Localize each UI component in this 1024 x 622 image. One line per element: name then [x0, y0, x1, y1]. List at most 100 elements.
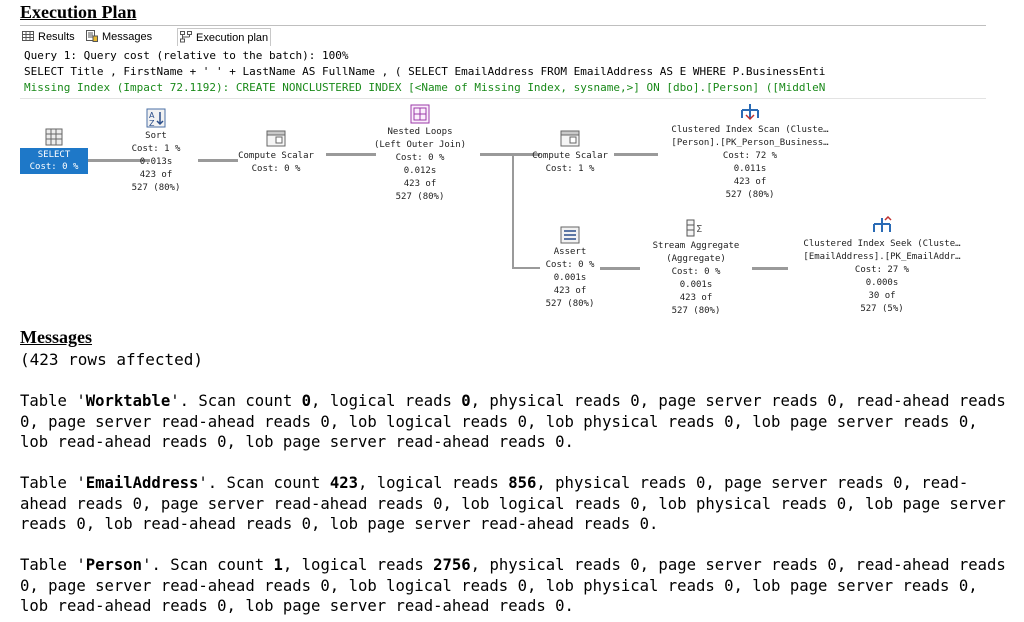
msg-prefix: Table ' [20, 474, 86, 492]
compute-scalar-1-cost: Cost: 0 % [251, 164, 301, 174]
tab-messages-label: Messages [102, 31, 153, 43]
table-name: EmailAddress [85, 474, 199, 492]
stream-aggregate-time: 0.001s [679, 280, 713, 290]
stream-aggregate-cost: Cost: 0 % [671, 267, 721, 277]
svg-text:Σ: Σ [696, 224, 702, 235]
compute-scalar-1-label: Compute Scalar [238, 151, 314, 161]
msg-mid2: , logical reads [282, 556, 434, 574]
tab-results-label: Results [38, 31, 75, 43]
assert-label: Assert [553, 247, 587, 257]
compute-scalar-icon [266, 130, 286, 147]
plan-node-compute-scalar-1[interactable]: Compute Scalar Cost: 0 % [226, 128, 326, 176]
rows-affected: (423 rows affected) [20, 350, 204, 369]
clustered-index-scan-object: [Person].[PK_Person_Business… [671, 138, 829, 148]
assert-estimate: 527 (80%) [545, 299, 595, 309]
tab-results[interactable]: Results [20, 28, 82, 46]
clustered-index-seek-object: [EmailAddress].[PK_EmailAddr… [803, 252, 961, 262]
messages-icon [86, 30, 98, 42]
message-table-worktable: Table 'Worktable'. Scan count 0, logical… [20, 391, 1010, 453]
messages-heading: Messages [20, 327, 92, 347]
connector-compute-nested [326, 153, 376, 156]
logical-reads: 2756 [433, 556, 471, 574]
sort-label: Sort [145, 131, 167, 141]
logical-reads: 856 [508, 474, 537, 492]
query-text-area[interactable]: Query 1: Query cost (relative to the bat… [20, 48, 986, 99]
query-sql-line: SELECT Title , FirstName + ' ' + LastNam… [24, 65, 826, 78]
clustered-index-seek-time: 0.000s [865, 278, 899, 288]
sort-cost: Cost: 1 % [131, 144, 181, 154]
scan-count: 0 [301, 392, 312, 410]
nested-loops-cost: Cost: 0 % [395, 153, 445, 163]
tab-messages[interactable]: Messages [84, 28, 175, 46]
select-highlight: SELECT Cost: 0 % [20, 148, 88, 174]
stream-aggregate-estimate: 527 (80%) [671, 306, 721, 316]
compute-scalar-2-label: Compute Scalar [532, 151, 608, 161]
ssms-result-panel: Results Messages Execution plan Query 1:… [20, 25, 986, 322]
msg-mid: '. Scan count [170, 392, 302, 410]
table-name: Worktable [85, 392, 171, 410]
clustered-index-scan-label: Clustered Index Scan (Cluste… [671, 125, 829, 135]
sort-icon: AZ [146, 108, 166, 128]
assert-time: 0.001s [553, 273, 587, 283]
plan-node-compute-scalar-2[interactable]: Compute Scalar Cost: 1 % [520, 128, 620, 176]
msg-mid2: , logical reads [358, 474, 509, 492]
msg-prefix: Table ' [20, 392, 86, 410]
message-table-person: Table 'Person'. Scan count 1, logical re… [20, 555, 1010, 617]
table-name: Person [85, 556, 143, 574]
connector-nested-assert-v [512, 153, 514, 268]
sort-estimate: 527 (80%) [131, 183, 181, 193]
result-tabs: Results Messages Execution plan [20, 26, 986, 48]
select-label: SELECT [37, 150, 71, 160]
compute-scalar-icon [560, 130, 580, 147]
nested-loops-time: 0.012s [403, 166, 437, 176]
nested-loops-join-type: (Left Outer Join) [373, 140, 467, 150]
plan-node-select[interactable]: SELECT Cost: 0 % [20, 128, 88, 174]
sort-rows: 423 of [139, 170, 173, 180]
nested-loops-estimate: 527 (80%) [395, 192, 445, 202]
select-cost: Cost: 0 % [29, 162, 79, 172]
stream-aggregate-label: Stream Aggregate [652, 241, 740, 251]
nested-loops-icon [410, 104, 430, 124]
query-cost-line: Query 1: Query cost (relative to the bat… [24, 49, 349, 62]
clustered-index-scan-estimate: 527 (80%) [725, 190, 775, 200]
plan-node-nested-loops[interactable]: Nested Loops (Left Outer Join) Cost: 0 %… [370, 104, 470, 204]
assert-rows: 423 of [553, 286, 587, 296]
missing-index-hint[interactable]: Missing Index (Impact 72.1192): CREATE N… [20, 80, 986, 96]
clustered-index-seek-cost: Cost: 27 % [854, 265, 910, 275]
plan-node-sort[interactable]: AZ Sort Cost: 1 % 0.013s 423 of 527 (80%… [116, 108, 196, 195]
connector-stream-seek [752, 267, 788, 270]
clustered-index-seek-label: Clustered Index Seek (Cluste… [803, 239, 961, 249]
clustered-index-seek-icon [873, 216, 892, 232]
compute-scalar-2-cost: Cost: 1 % [545, 164, 595, 174]
nested-loops-label: Nested Loops [387, 127, 453, 137]
clustered-index-seek-estimate: 527 (5%) [860, 304, 904, 314]
sort-time: 0.013s [139, 157, 173, 167]
msg-mid: '. Scan count [142, 556, 274, 574]
msg-mid: '. Scan count [198, 474, 330, 492]
scan-count: 1 [273, 556, 283, 574]
plan-node-clustered-index-seek[interactable]: Clustered Index Seek (Cluste… [EmailAddr… [784, 216, 980, 316]
logical-reads: 0 [461, 392, 471, 410]
svg-text:Z: Z [149, 119, 155, 128]
stream-aggregate-icon: Σ [686, 219, 702, 237]
execution-plan-icon [180, 31, 192, 43]
clustered-index-scan-time: 0.011s [733, 164, 767, 174]
grid-icon [22, 31, 34, 41]
plan-node-stream-aggregate[interactable]: Σ Stream Aggregate (Aggregate) Cost: 0 %… [640, 218, 752, 318]
assert-icon [560, 226, 580, 244]
tab-execution-plan[interactable]: Execution plan [177, 28, 271, 46]
assert-cost: Cost: 0 % [545, 260, 595, 270]
msg-prefix: Table ' [20, 556, 86, 574]
message-table-emailaddress: Table 'EmailAddress'. Scan count 423, lo… [20, 473, 1010, 535]
stream-aggregate-rows: 423 of [679, 293, 713, 303]
clustered-index-scan-icon [741, 104, 759, 121]
nested-loops-rows: 423 of [403, 179, 437, 189]
clustered-index-scan-rows: 423 of [733, 177, 767, 187]
tab-execution-plan-label: Execution plan [196, 32, 269, 44]
scan-count: 423 [329, 474, 358, 492]
plan-node-clustered-index-scan[interactable]: Clustered Index Scan (Cluste… [Person].[… [650, 102, 850, 202]
plan-node-assert[interactable]: Assert Cost: 0 % 0.001s 423 of 527 (80%) [530, 226, 610, 311]
select-icon [45, 128, 63, 146]
clustered-index-seek-rows: 30 of [868, 291, 896, 301]
execution-plan-heading: Execution Plan [20, 2, 137, 22]
